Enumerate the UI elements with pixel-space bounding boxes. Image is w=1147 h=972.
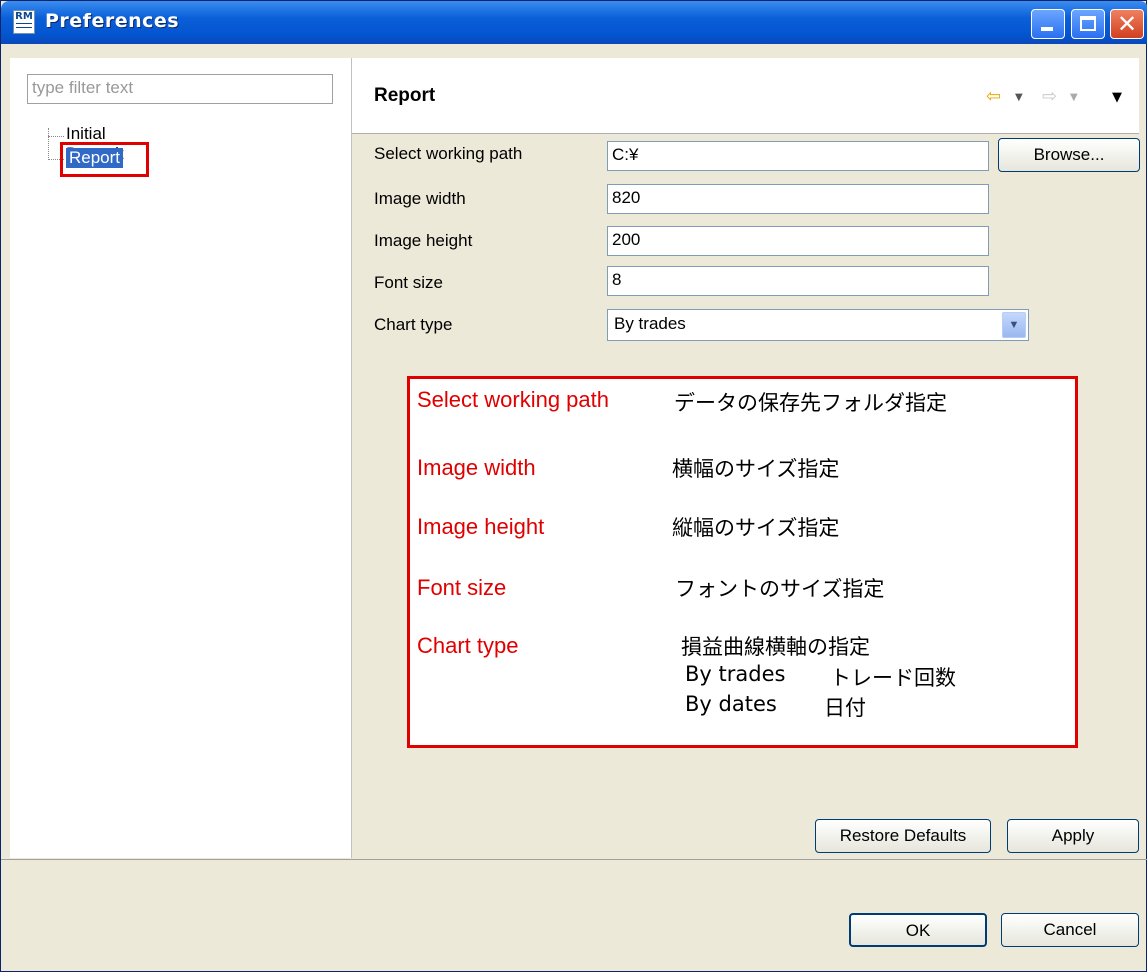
image-height-field[interactable]: 200 [607, 226, 989, 256]
cancel-button[interactable]: Cancel [1001, 913, 1139, 947]
image-width-label: Image width [374, 189, 466, 208]
chart-option-description: 日付 [824, 696, 866, 720]
maximize-button[interactable] [1071, 9, 1105, 39]
filter-input[interactable]: type filter text [27, 74, 333, 104]
font-size-field[interactable]: 8 [607, 266, 989, 296]
chevron-down-icon[interactable]: ▼ [1002, 312, 1026, 338]
chart-type-label: Chart type [374, 315, 453, 334]
forward-arrow-icon[interactable]: ⇨ [1042, 86, 1057, 107]
annotation-label: Chart type [417, 633, 519, 658]
tree-connector [48, 136, 64, 137]
app-icon: RM [13, 10, 35, 34]
annotation-description: フォントのサイズ指定 [675, 577, 885, 601]
image-height-label: Image height [374, 231, 473, 250]
annotation-label: Select working path [417, 387, 609, 412]
annotation-description: 縦幅のサイズ指定 [672, 516, 840, 540]
preference-tree-pane: type filter text Initial Deposit Report [10, 58, 352, 858]
chart-type-select[interactable]: By trades ▼ [607, 309, 1029, 341]
working-path-field[interactable]: C:¥ [607, 141, 989, 171]
minimize-icon [1041, 27, 1053, 31]
image-width-field[interactable]: 820 [607, 184, 989, 214]
annotation-label: Font size [417, 575, 507, 600]
dialog-divider [1, 859, 1147, 860]
header-divider [352, 133, 1139, 134]
annotation-box: Select working path データの保存先フォルダ指定 Image … [407, 376, 1078, 748]
chart-option-name: By trades [685, 662, 786, 686]
browse-button[interactable]: Browse... [998, 138, 1140, 172]
highlight-box [60, 142, 149, 177]
chart-option-description: トレード回数 [830, 666, 956, 690]
title-bar[interactable]: RM Preferences ✕ [1, 1, 1147, 44]
minimize-button[interactable] [1031, 9, 1065, 39]
preference-page: Report ⇦ ▼ ⇨ ▼ ▼ Select working path C:¥… [352, 58, 1140, 858]
restore-defaults-button[interactable]: Restore Defaults [815, 819, 991, 853]
close-button[interactable]: ✕ [1110, 9, 1144, 39]
window-title: Preferences [45, 10, 180, 32]
annotation-label: Image height [417, 514, 545, 539]
page-title: Report [374, 85, 436, 106]
apply-button[interactable]: Apply [1007, 819, 1139, 853]
back-arrow-icon[interactable]: ⇦ [986, 86, 1001, 107]
working-path-label: Select working path [374, 144, 523, 163]
annotation-description: 横幅のサイズ指定 [672, 457, 840, 481]
close-icon: ✕ [1116, 10, 1138, 38]
annotation-description: データの保存先フォルダ指定 [674, 391, 947, 415]
view-menu-icon[interactable]: ▼ [1112, 90, 1122, 105]
chart-type-value: By trades [614, 314, 686, 333]
forward-dropdown-icon[interactable]: ▼ [1070, 92, 1078, 103]
maximize-icon [1080, 16, 1096, 31]
preferences-window: RM Preferences ✕ type filter text Initia… [0, 0, 1147, 972]
ok-button[interactable]: OK [849, 913, 987, 947]
tree-connector [48, 128, 49, 160]
back-dropdown-icon[interactable]: ▼ [1015, 92, 1023, 103]
font-size-label: Font size [374, 273, 443, 292]
page-header: Report ⇦ ▼ ⇨ ▼ ▼ [352, 58, 1139, 133]
chart-option-name: By dates [685, 692, 777, 716]
annotation-label: Image width [417, 455, 536, 480]
annotation-description: 損益曲線横軸の指定 [681, 635, 870, 659]
